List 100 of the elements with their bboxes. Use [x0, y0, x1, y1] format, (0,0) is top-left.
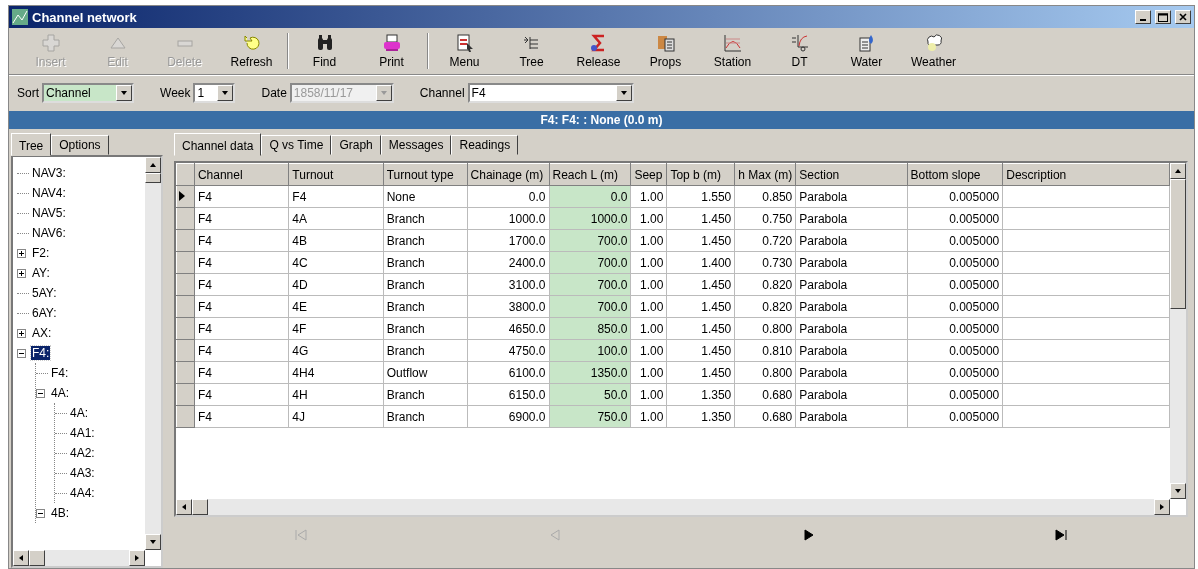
table-cell: 4F	[288, 317, 384, 340]
tab[interactable]: Messages	[380, 135, 452, 155]
tree-item[interactable]: 4A1:	[69, 426, 96, 440]
expand-toggle[interactable]	[17, 268, 26, 278]
tree-item[interactable]: 4A3:	[69, 466, 96, 480]
column-header[interactable]: Bottom slope	[907, 163, 1003, 186]
column-header[interactable]: Top b (m)	[666, 163, 735, 186]
filter-label: Week	[160, 86, 191, 100]
scroll-left-button[interactable]	[13, 550, 29, 566]
scroll-up-button[interactable]	[145, 157, 161, 173]
toolbar-button[interactable]: Props	[632, 31, 699, 71]
table-cell: 0.005000	[907, 405, 1003, 428]
scroll-thumb[interactable]	[145, 173, 161, 183]
tree-item[interactable]: 4B:	[50, 506, 70, 520]
tab[interactable]: Graph	[331, 135, 381, 155]
column-header[interactable]: Turnout	[288, 163, 384, 186]
sidebar-tab[interactable]: Tree	[11, 133, 52, 156]
toolbar-button[interactable]: Weather	[900, 31, 967, 71]
tree-item[interactable]: 6AY:	[31, 306, 58, 320]
column-header[interactable]: Chainage (m)	[467, 163, 550, 186]
column-header[interactable]: Channel	[194, 163, 289, 186]
tree-item[interactable]: 4A:	[50, 386, 70, 400]
row-header[interactable]	[176, 185, 195, 208]
arrow-up-icon	[149, 161, 157, 169]
scroll-down-button[interactable]	[1170, 483, 1186, 499]
close-button[interactable]	[1175, 10, 1191, 24]
scroll-right-button[interactable]	[1154, 499, 1170, 515]
scroll-left-button[interactable]	[176, 499, 192, 515]
scroll-thumb[interactable]	[1170, 179, 1186, 309]
tree-item[interactable]: NAV5:	[31, 206, 67, 220]
tree-item[interactable]: NAV6:	[31, 226, 67, 240]
scroll-thumb[interactable]	[29, 550, 45, 566]
arrow-down-icon	[379, 89, 388, 97]
tree-item[interactable]: NAV3:	[31, 166, 67, 180]
tab[interactable]: Q vs Time	[261, 135, 332, 155]
column-header[interactable]: Description	[1002, 163, 1170, 186]
table-cell: 1.450	[666, 317, 735, 340]
table-cell: 0.820	[734, 273, 796, 296]
tab[interactable]: Channel data	[174, 133, 262, 156]
column-header[interactable]: Section	[795, 163, 907, 186]
maximize-button[interactable]	[1155, 10, 1171, 24]
scroll-up-button[interactable]	[1170, 163, 1186, 179]
tree-item[interactable]: 5AY:	[31, 286, 58, 300]
expand-toggle[interactable]	[36, 508, 45, 518]
toolbar-button[interactable]: Water	[833, 31, 900, 71]
table-cell: Parabola	[795, 207, 907, 230]
table-cell: 0.850	[734, 185, 796, 208]
channel-dropdown[interactable]: F4	[467, 83, 634, 103]
table-cell: F4	[194, 229, 289, 252]
tree-item[interactable]: 4A2:	[69, 446, 96, 460]
expand-toggle[interactable]	[36, 388, 45, 398]
tree-item[interactable]: AX:	[31, 326, 53, 340]
arrow-down-icon	[149, 538, 157, 546]
tree-item[interactable]: NAV4:	[31, 186, 67, 200]
toolbar-button[interactable]: Tree	[498, 31, 565, 71]
window-title: Channel network	[32, 9, 138, 25]
toolbar-button[interactable]: Find	[291, 31, 358, 71]
table-cell: 1.00	[630, 229, 667, 252]
scroll-thumb[interactable]	[192, 499, 208, 515]
scroll-right-button[interactable]	[129, 550, 145, 566]
minimize-button[interactable]	[1135, 10, 1151, 24]
table-cell: 0.680	[734, 405, 796, 428]
sidebar-tab[interactable]: Options	[51, 135, 109, 155]
table-cell: 0.005000	[907, 273, 1003, 296]
table-cell: 6100.0	[467, 361, 550, 384]
sort-dropdown[interactable]: Channel	[42, 83, 134, 103]
tree-item[interactable]: F4:	[50, 366, 70, 380]
table-cell: 4C	[288, 251, 384, 274]
toolbar-button[interactable]: Refresh	[218, 31, 285, 71]
tree-item[interactable]: F4:	[31, 346, 51, 360]
table-cell: F4	[194, 405, 289, 428]
next-icon	[801, 529, 814, 541]
tree-item[interactable]: AY:	[31, 266, 51, 280]
toolbar-button[interactable]: Release	[565, 31, 632, 71]
table-cell: 0.800	[734, 361, 796, 384]
toolbar-button[interactable]: DT	[766, 31, 833, 71]
expand-toggle[interactable]	[17, 328, 26, 338]
toolbar-button[interactable]: Print	[358, 31, 425, 71]
tab[interactable]: Readings	[451, 135, 519, 155]
tree-item[interactable]: 4A4:	[69, 486, 96, 500]
column-header[interactable]: Reach L (m)	[549, 163, 631, 186]
column-header[interactable]: h Max (m)	[734, 163, 796, 186]
column-header[interactable]: Seep	[630, 163, 667, 186]
table-cell: 3100.0	[467, 273, 550, 296]
table-cell: 1.00	[630, 273, 667, 296]
last-record-button[interactable]	[1053, 528, 1070, 542]
table-cell: Parabola	[795, 295, 907, 318]
arrow-right-icon	[133, 554, 141, 562]
tree-item[interactable]: 4A:	[69, 406, 89, 420]
expand-toggle[interactable]	[17, 248, 26, 258]
week-dropdown[interactable]: 1	[193, 83, 236, 103]
toolbar-button[interactable]: Menu	[431, 31, 498, 71]
table-cell: Branch	[383, 405, 468, 428]
column-header[interactable]: Turnout type	[383, 163, 468, 186]
tree-item[interactable]: F2:	[31, 246, 51, 260]
table-cell: Branch	[383, 229, 468, 252]
expand-toggle[interactable]	[17, 348, 26, 358]
table-cell: Parabola	[795, 361, 907, 384]
scroll-down-button[interactable]	[145, 534, 161, 550]
toolbar-button[interactable]: Station	[699, 31, 766, 71]
